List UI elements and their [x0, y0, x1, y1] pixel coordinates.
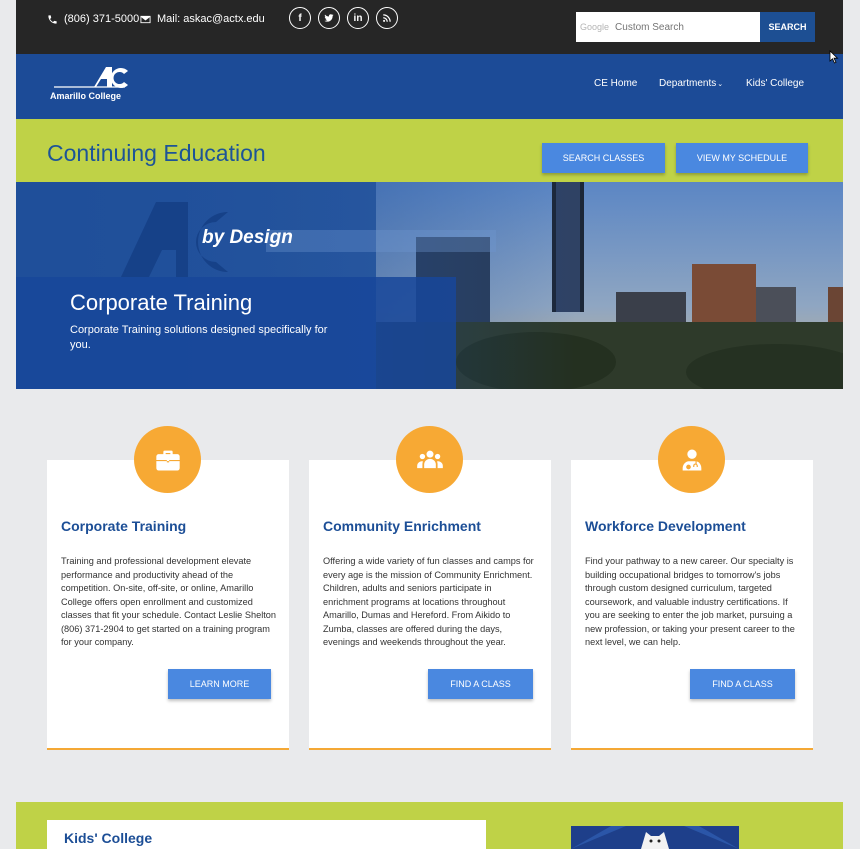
chevron-down-icon: ⌄: [717, 81, 724, 88]
page-title: Continuing Education: [47, 140, 266, 166]
find-a-class-button[interactable]: FIND A CLASS: [690, 669, 795, 699]
hero-title: Corporate Training: [70, 290, 253, 315]
phone-icon: [48, 14, 57, 24]
rss-icon[interactable]: [376, 7, 398, 29]
twitter-icon[interactable]: [318, 7, 340, 29]
card-workforce-development: Workforce Development Find your pathway …: [571, 426, 813, 750]
card-text: Find your pathway to a new career. Our s…: [585, 556, 795, 647]
kids-college-panel: Kids' College: [47, 820, 486, 849]
search-input[interactable]: [615, 21, 756, 33]
card-corporate-training: Corporate Training Training and professi…: [47, 426, 289, 750]
card-title: Workforce Development: [585, 518, 746, 534]
social-links: f in: [289, 7, 398, 29]
card-community-enrichment: Community Enrichment Offering a wide var…: [309, 426, 551, 750]
main-nav: Amarillo College CE Home Departments⌄ Ki…: [16, 54, 843, 119]
logo-text: Amarillo College: [50, 91, 122, 101]
hero-banner: by Design Corporate Training Corporate T…: [16, 182, 843, 389]
city-skyline-image: [16, 182, 843, 389]
view-schedule-button[interactable]: VIEW MY SCHEDULE: [676, 143, 808, 173]
phone-number: (806) 371-5000: [64, 13, 140, 25]
section-header-band: Continuing Education SEARCH CLASSES VIEW…: [16, 119, 843, 182]
facebook-icon[interactable]: f: [289, 7, 311, 29]
top-bar: (806) 371-5000 Mail: askac@actx.edu f in…: [16, 0, 843, 54]
nav-departments[interactable]: Departments⌄: [659, 78, 723, 89]
phone-contact[interactable]: (806) 371-5000: [47, 13, 139, 25]
card-title: Community Enrichment: [323, 518, 481, 534]
mouse-cursor-icon: [829, 50, 839, 64]
nav-ce-home[interactable]: CE Home: [594, 78, 637, 89]
by-design-tagline: by Design: [202, 227, 293, 248]
card-title: Corporate Training: [61, 518, 187, 534]
mail-address: Mail: askac@actx.edu: [157, 13, 265, 25]
group-icon: [396, 426, 463, 493]
kids-college-image[interactable]: [571, 826, 739, 849]
nav-kids-college[interactable]: Kids' College: [746, 78, 804, 89]
learn-more-button[interactable]: LEARN MORE: [168, 669, 271, 699]
nav-departments-label: Departments: [659, 78, 717, 89]
card-text: Training and professional development el…: [61, 556, 277, 647]
hero-subtitle: Corporate Training solutions designed sp…: [70, 324, 328, 351]
kids-college-title: Kids' College: [64, 830, 153, 846]
briefcase-icon: [134, 426, 201, 493]
card-text: Offering a wide variety of fun classes a…: [323, 556, 534, 647]
envelope-icon: [140, 15, 151, 23]
find-a-class-button[interactable]: FIND A CLASS: [428, 669, 533, 699]
search-classes-button[interactable]: SEARCH CLASSES: [542, 143, 665, 173]
search-field[interactable]: Google: [576, 12, 760, 42]
doctor-icon: [658, 426, 725, 493]
linkedin-icon[interactable]: in: [347, 7, 369, 29]
mail-contact[interactable]: Mail: askac@actx.edu: [140, 13, 265, 25]
google-brand: Google: [580, 22, 610, 32]
search-button[interactable]: SEARCH: [760, 12, 815, 42]
